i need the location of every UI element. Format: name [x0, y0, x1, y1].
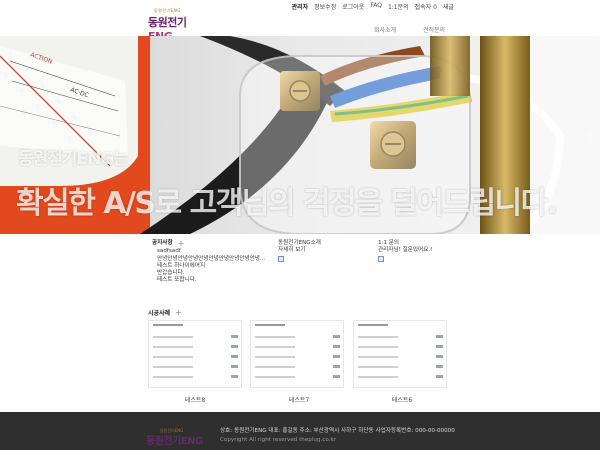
notice-item[interactable]: 안녕안녕안녕안녕안녕안녕안녕안녕안녕안녕...: [157, 256, 265, 263]
hero-caption-line2: 확실한 A/S로 고객님의 걱정을 덜어드립니다.: [16, 186, 558, 221]
util-link-admin[interactable]: 관리자: [292, 2, 309, 11]
nav-item-about[interactable]: 회사소개: [374, 25, 396, 34]
footer-logo[interactable]: 동원전기ENG 동원전기ENG: [146, 428, 206, 447]
works-item-label[interactable]: 테스트7: [252, 395, 346, 404]
util-link-qna[interactable]: 1:1문의: [388, 2, 409, 11]
footer-company-info: 상호: 동원전기ENG 대표: 홍길동 주소: 부산광역시 사하구 하단동 사업…: [220, 428, 455, 434]
notice-item[interactable]: sadfsadf: [157, 248, 265, 255]
footer: 동원전기ENG 동원전기ENG 상호: 동원전기ENG 대표: 홍길동 주소: …: [0, 412, 600, 450]
qna-section: 1:1 문의 관리자님! 질문있어요.!: [378, 240, 432, 265]
thumb-button: [231, 365, 238, 368]
qna-link[interactable]: 관리자님! 질문있어요.!: [378, 247, 432, 254]
thumb-line: [358, 366, 398, 368]
thumb-line: [153, 376, 193, 378]
thumb-heading: [358, 324, 388, 326]
thumb-line: [255, 346, 295, 348]
notice-title[interactable]: 공지사항: [152, 240, 173, 247]
works-item-label[interactable]: 테스트8: [148, 395, 242, 404]
thumb-button: [231, 335, 238, 338]
thumb-button: [436, 345, 443, 348]
thumb-heading: [255, 324, 285, 326]
hero-prev-arrow[interactable]: ‹: [4, 128, 10, 144]
util-link-visitors[interactable]: 접속자 0: [415, 2, 437, 11]
broken-image-icon: [278, 255, 284, 262]
works-thumbnail[interactable]: [353, 320, 447, 388]
thumb-line: [358, 356, 398, 358]
thumb-button: [231, 355, 238, 358]
about-link[interactable]: 자세히 보기: [278, 247, 321, 254]
thumb-button: [436, 355, 443, 358]
thumb-line: [153, 346, 193, 348]
main-nav: 회사소개 견적문의: [0, 25, 600, 35]
thumb-line: [153, 336, 193, 338]
thumb-line: [153, 356, 193, 358]
thumb-line: [153, 366, 193, 368]
notice-more-icon[interactable]: +: [178, 239, 185, 247]
thumb-button: [436, 375, 443, 378]
thumb-button: [231, 375, 238, 378]
util-link-edit-profile[interactable]: 정보수정: [314, 2, 336, 11]
thumb-heading: [153, 324, 183, 326]
thumb-button: [231, 345, 238, 348]
works-thumbnail[interactable]: [250, 320, 344, 388]
footer-logo-text: 동원전기ENG: [146, 436, 203, 447]
works-item-label[interactable]: 테스트6: [355, 395, 449, 404]
thumb-line: [358, 336, 398, 338]
hero-caption-line1: 동원전기ENG는: [18, 149, 129, 169]
thumb-line: [255, 336, 295, 338]
thumb-line: [255, 356, 295, 358]
thumb-line: [255, 366, 295, 368]
header: 동원전기ENG 동원전기ENG 관리자 정보수정 로그아웃 FAQ 1:1문의 …: [0, 0, 600, 43]
thumb-button: [333, 375, 340, 378]
about-section: 동원전기ENG소개 자세히 보기: [278, 240, 321, 265]
hero-next-arrow[interactable]: ›: [588, 128, 594, 144]
util-link-new-posts[interactable]: 새글: [443, 2, 454, 11]
util-link-faq[interactable]: FAQ: [370, 2, 382, 11]
thumb-button: [436, 335, 443, 338]
thumb-button: [436, 365, 443, 368]
hero-banner: AC·DC ACTION ‹ › 동원전기ENG는 확실한 A/S로 고객님의 …: [0, 36, 600, 234]
notice-section: 공지사항 + sadfsadf 안녕안녕안녕안녕안녕안녕안녕안녕안녕안녕... …: [152, 239, 265, 285]
thumb-line: [358, 346, 398, 348]
util-link-logout[interactable]: 로그아웃: [342, 2, 364, 11]
works-header: 시공사례 +: [148, 308, 182, 317]
thumb-line: [358, 376, 398, 378]
utility-nav: 관리자 정보수정 로그아웃 FAQ 1:1문의 접속자 0 새글: [292, 2, 454, 11]
notice-item[interactable]: 테스트 또합니다.: [157, 277, 265, 284]
works-more-icon[interactable]: +: [175, 308, 182, 317]
works-thumbnail[interactable]: [148, 320, 242, 388]
works-title[interactable]: 시공사례: [148, 308, 170, 317]
thumb-button: [333, 365, 340, 368]
thumb-button: [333, 335, 340, 338]
thumb-line: [255, 376, 295, 378]
broken-image-icon: [378, 255, 384, 262]
footer-copyright: Copyright All right reserved theplug.co.…: [220, 437, 336, 443]
thumb-button: [333, 355, 340, 358]
thumb-button: [333, 345, 340, 348]
nav-item-estimate[interactable]: 견적문의: [423, 25, 445, 34]
